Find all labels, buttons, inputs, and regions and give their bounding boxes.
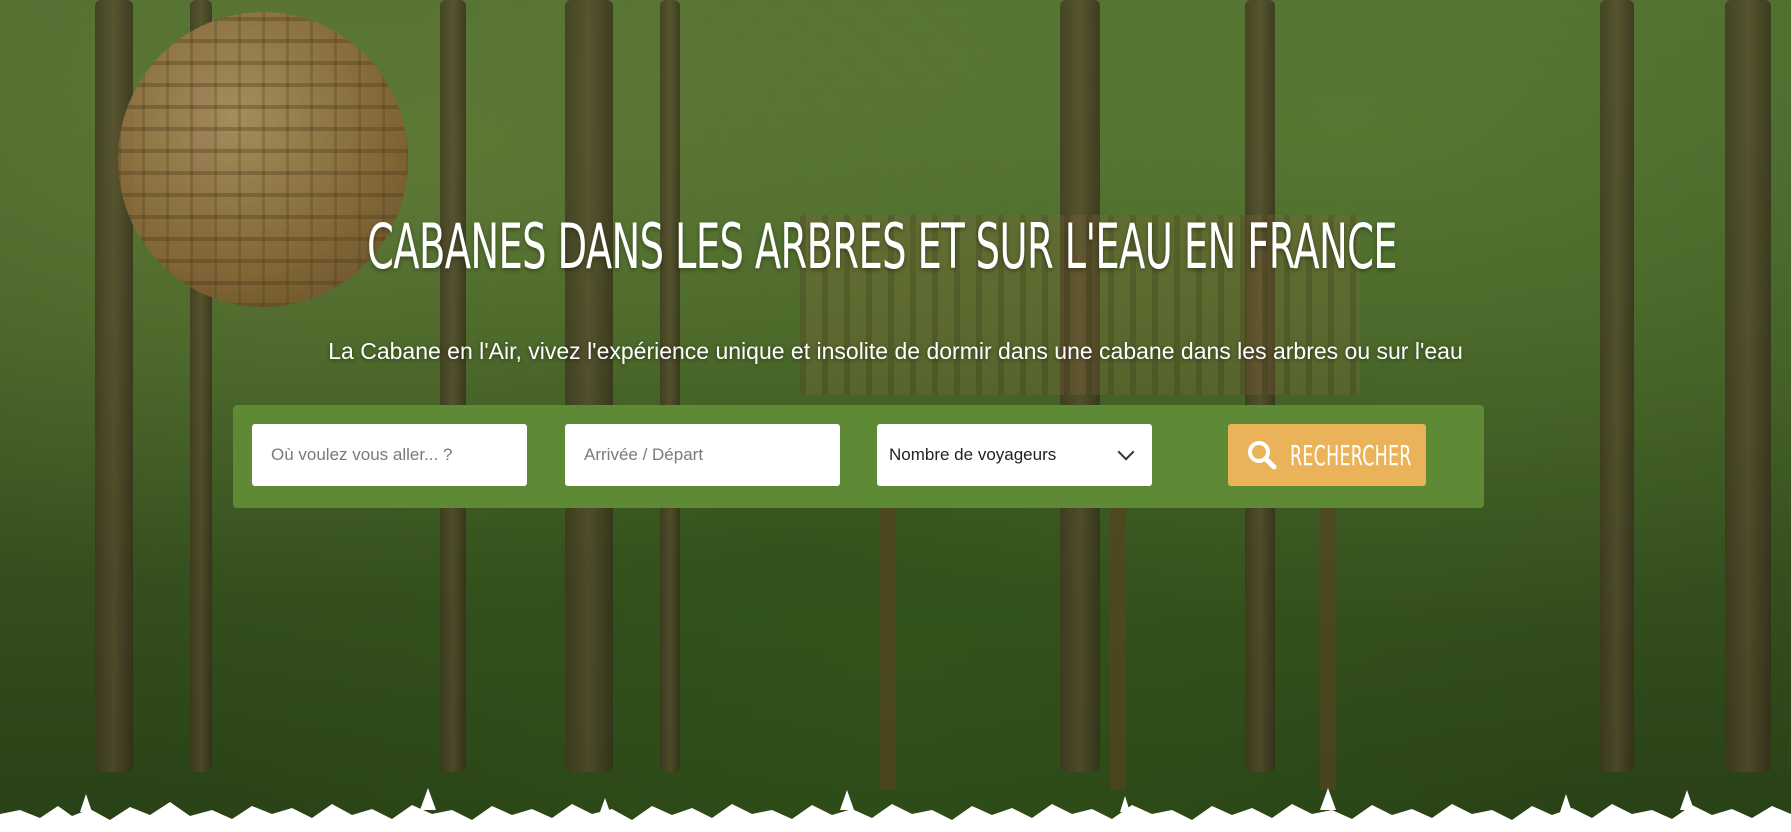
guests-select[interactable]: Nombre de voyageurs [877, 424, 1152, 486]
guests-select-label: Nombre de voyageurs [889, 445, 1057, 464]
chevron-down-icon [1117, 443, 1135, 461]
destination-field[interactable] [252, 424, 527, 486]
search-button[interactable]: RECHERCHER [1228, 424, 1426, 486]
search-button-label: RECHERCHER [1290, 438, 1412, 472]
hero-content: CABANES DANS LES ARBRES ET SUR L'EAU EN … [0, 0, 1791, 832]
search-icon [1248, 441, 1277, 470]
dates-field[interactable] [565, 424, 840, 486]
dates-input[interactable] [565, 424, 840, 486]
page-title: CABANES DANS LES ARBRES ET SUR L'EAU EN … [367, 210, 1398, 283]
hero-banner: CABANES DANS LES ARBRES ET SUR L'EAU EN … [0, 0, 1791, 832]
destination-input[interactable] [252, 424, 527, 486]
page-subtitle: La Cabane en l'Air, vivez l'expérience u… [328, 338, 1463, 364]
search-form: Nombre de voyageurs RECHERCHER [233, 405, 1484, 508]
